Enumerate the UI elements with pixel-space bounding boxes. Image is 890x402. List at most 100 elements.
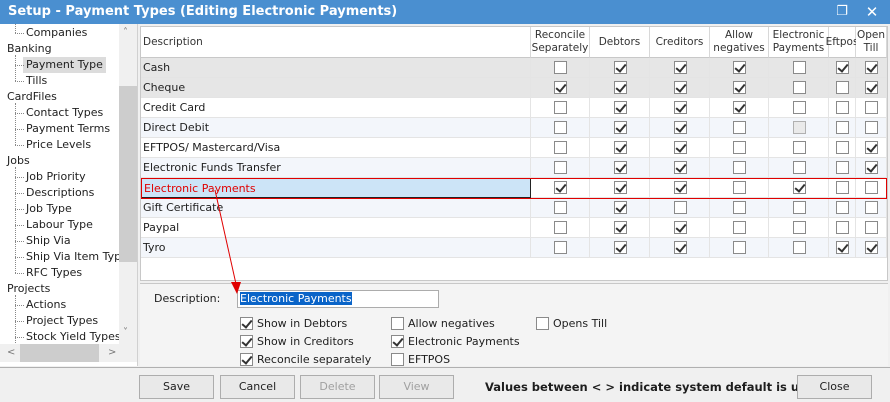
checkbox[interactable] (554, 121, 567, 134)
checkbox[interactable] (673, 141, 687, 154)
detail-checkbox[interactable]: Allow negatives (391, 315, 495, 331)
checkbox[interactable] (865, 161, 878, 174)
tree-item[interactable]: Contact Types (26, 105, 103, 121)
checkbox[interactable] (792, 201, 806, 214)
checkbox[interactable] (554, 221, 567, 234)
scroll-left-icon[interactable]: < (7, 347, 15, 358)
detail-checkbox[interactable]: Opens Till (536, 315, 607, 331)
checkbox[interactable] (836, 241, 849, 254)
tree-item[interactable]: Payment Terms (26, 121, 110, 137)
checkbox[interactable] (733, 161, 746, 174)
checkbox[interactable] (733, 141, 746, 154)
checkbox[interactable] (733, 101, 746, 114)
save-button[interactable]: Save (139, 375, 214, 399)
checkbox[interactable] (613, 121, 627, 134)
checkbox[interactable] (865, 81, 878, 94)
column-header[interactable]: Description (141, 27, 531, 58)
tree-item[interactable]: Banking (7, 41, 52, 57)
close-icon[interactable]: ✕ (860, 0, 884, 24)
detail-checkbox[interactable]: Electronic Payments (391, 333, 520, 349)
checkbox[interactable] (865, 141, 878, 154)
checkbox[interactable] (792, 221, 806, 234)
checkbox[interactable] (554, 201, 567, 214)
checkbox[interactable] (865, 181, 878, 194)
column-header[interactable]: Eftpos (826, 27, 858, 58)
checkbox[interactable] (554, 181, 567, 194)
scroll-thumb[interactable] (119, 86, 137, 262)
checkbox[interactable] (240, 316, 253, 330)
checkbox[interactable] (673, 221, 687, 234)
checkbox[interactable] (673, 61, 687, 74)
tree-item[interactable]: Labour Type (26, 217, 93, 233)
detail-checkbox[interactable]: EFTPOS (391, 351, 450, 367)
checkbox[interactable] (792, 141, 806, 154)
checkbox[interactable] (613, 101, 627, 114)
checkbox[interactable] (613, 61, 627, 74)
column-header[interactable]: Creditors (650, 27, 710, 58)
description-cell[interactable]: Electronic Funds Transfer (141, 158, 531, 178)
checkbox[interactable] (792, 81, 806, 94)
checkbox[interactable] (792, 241, 806, 254)
description-cell[interactable]: Paypal (141, 218, 531, 238)
scroll-up-icon[interactable]: ˄ (123, 27, 128, 38)
tree-item[interactable]: Stock Yield Types (26, 329, 119, 345)
tree-item[interactable]: Ship Via (26, 233, 71, 249)
description-cell[interactable]: EFTPOS/ Mastercard/Visa (141, 138, 531, 158)
checkbox[interactable] (792, 121, 806, 134)
checkbox[interactable] (733, 81, 746, 94)
checkbox[interactable] (613, 141, 627, 154)
checkbox[interactable] (673, 181, 687, 194)
view-button[interactable]: View (379, 375, 454, 399)
description-cell[interactable]: Cash (141, 58, 531, 78)
table-row[interactable]: Cash (141, 58, 887, 78)
checkbox[interactable] (391, 352, 404, 366)
table-row[interactable]: Direct Debit (141, 118, 887, 138)
checkbox[interactable] (733, 201, 746, 214)
checkbox[interactable] (733, 221, 746, 234)
column-header[interactable]: Open Till (856, 27, 887, 58)
checkbox[interactable] (792, 161, 806, 174)
checkbox[interactable] (673, 161, 687, 174)
checkbox[interactable] (836, 121, 849, 134)
checkbox[interactable] (673, 201, 687, 214)
checkbox[interactable] (865, 101, 878, 114)
tree-item[interactable]: Actions (26, 297, 66, 313)
delete-button[interactable]: Delete (300, 375, 375, 399)
column-header[interactable]: Reconcile Separately (531, 27, 590, 58)
checkbox[interactable] (836, 161, 849, 174)
checkbox[interactable] (836, 101, 849, 114)
checkbox[interactable] (554, 61, 567, 74)
scroll-down-icon[interactable]: ˅ (123, 327, 128, 338)
checkbox[interactable] (865, 221, 878, 234)
checkbox[interactable] (554, 241, 567, 254)
checkbox[interactable] (613, 161, 627, 174)
checkbox[interactable] (733, 241, 746, 254)
checkbox[interactable] (613, 181, 627, 194)
description-cell[interactable]: Direct Debit (141, 118, 531, 138)
checkbox[interactable] (792, 61, 806, 74)
checkbox[interactable] (613, 201, 627, 214)
checkbox[interactable] (240, 352, 253, 366)
description-cell[interactable]: Cheque (141, 78, 531, 98)
tree-item[interactable]: Projects (7, 281, 50, 297)
detail-checkbox[interactable]: Reconcile separately (240, 351, 371, 367)
cancel-button[interactable]: Cancel (220, 375, 295, 399)
description-cell[interactable]: Credit Card (141, 98, 531, 118)
checkbox[interactable] (865, 241, 878, 254)
detail-checkbox[interactable]: Show in Debtors (240, 315, 347, 331)
checkbox[interactable] (792, 181, 806, 194)
checkbox[interactable] (554, 101, 567, 114)
checkbox[interactable] (554, 161, 567, 174)
checkbox[interactable] (836, 81, 849, 94)
table-row[interactable]: Cheque (141, 78, 887, 98)
vertical-scrollbar[interactable]: ˄ ˅ (119, 24, 137, 344)
checkbox[interactable] (836, 61, 849, 74)
table-row[interactable]: EFTPOS/ Mastercard/Visa (141, 138, 887, 158)
tree-item[interactable]: Payment Type (23, 57, 106, 73)
description-cell[interactable]: Electronic Payments (141, 178, 531, 198)
checkbox[interactable] (673, 121, 687, 134)
description-cell[interactable]: Tyro (141, 238, 531, 258)
checkbox[interactable] (733, 61, 746, 74)
table-row[interactable]: Paypal (141, 218, 887, 238)
checkbox[interactable] (792, 101, 806, 114)
